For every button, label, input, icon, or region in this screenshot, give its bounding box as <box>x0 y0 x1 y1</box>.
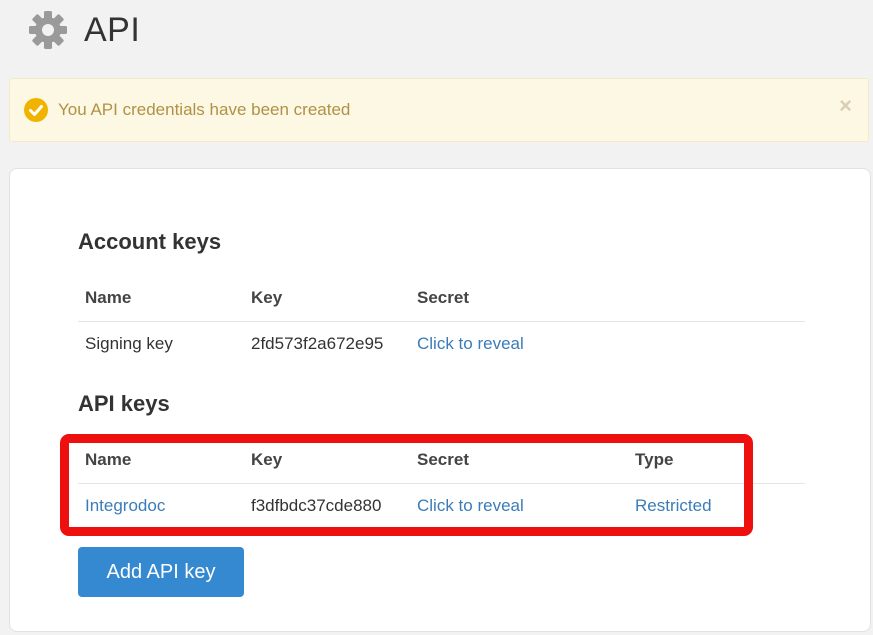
account-keys-table: Name Key Secret Signing key 2fd573f2a672… <box>78 275 805 366</box>
close-icon[interactable]: × <box>839 95 852 117</box>
account-keys-heading: Account keys <box>78 229 222 254</box>
key-value: 2fd573f2a672e95 <box>251 334 384 353</box>
table-header-row: Name Key Secret <box>78 275 805 322</box>
api-panel: Account keys Name Key Secret Signing key… <box>9 168 871 632</box>
check-circle-icon <box>24 98 48 122</box>
column-header-secret: Secret <box>410 437 628 484</box>
api-keys-heading: API keys <box>78 391 170 416</box>
column-header-type: Type <box>628 437 805 484</box>
api-key-name-link[interactable]: Integrodoc <box>85 496 165 515</box>
key-value: f3dfbdc37cde880 <box>251 496 382 515</box>
column-header-key: Key <box>244 275 410 322</box>
table-row: Integrodoc f3dfbdc37cde880 Click to reve… <box>78 484 805 529</box>
page-title: API <box>84 10 141 49</box>
success-alert: You API credentials have been created × <box>9 78 869 142</box>
alert-message: You API credentials have been created <box>58 100 351 119</box>
column-header-name: Name <box>78 437 244 484</box>
column-header-name: Name <box>78 275 244 322</box>
gear-icon <box>28 10 68 50</box>
reveal-secret-link[interactable]: Click to reveal <box>417 334 524 353</box>
table-row: Signing key 2fd573f2a672e95 Click to rev… <box>78 322 805 367</box>
page-header: API <box>28 8 140 52</box>
column-header-secret: Secret <box>410 275 805 322</box>
table-header-row: Name Key Secret Type <box>78 437 805 484</box>
reveal-secret-link[interactable]: Click to reveal <box>417 496 524 515</box>
key-name: Signing key <box>85 334 173 353</box>
api-keys-table: Name Key Secret Type Integrodoc f3dfbdc3… <box>78 437 805 528</box>
key-type-link[interactable]: Restricted <box>635 496 712 515</box>
add-api-key-button[interactable]: Add API key <box>78 547 244 597</box>
column-header-key: Key <box>244 437 410 484</box>
